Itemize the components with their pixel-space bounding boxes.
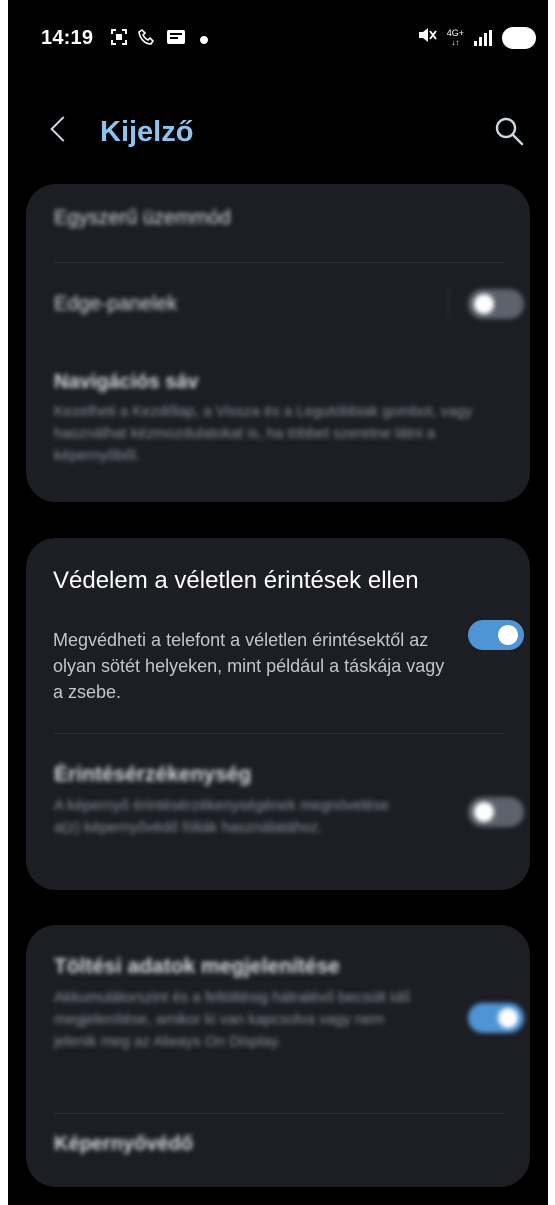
list-item-charging-info[interactable]: Töltési adatok megjelenítése Akkumulátor… bbox=[26, 925, 530, 1095]
list-item-edge-panels[interactable]: Edge-panelek bbox=[26, 263, 530, 349]
item-title: Edge-panelek bbox=[54, 293, 178, 315]
status-time: 14:19 bbox=[41, 27, 94, 49]
page-title: Kijelző bbox=[100, 116, 194, 148]
touch-sensitivity-toggle[interactable] bbox=[468, 797, 524, 827]
screenshot-icon bbox=[110, 28, 128, 51]
item-description: Kezelheti a Kezdőlap, a Vissza és a Legu… bbox=[54, 403, 473, 464]
network-label: 4G+ bbox=[446, 27, 464, 38]
list-item-touch-sensitivity[interactable]: Érintésérzékenység A képernyő érintésérz… bbox=[26, 735, 530, 885]
mute-icon bbox=[417, 26, 437, 49]
item-title: Navigációs sáv bbox=[54, 371, 199, 393]
divider bbox=[448, 287, 449, 319]
divider bbox=[54, 733, 504, 734]
notification-icons bbox=[110, 28, 208, 51]
chevron-left-icon[interactable] bbox=[50, 116, 76, 142]
list-item-screensaver[interactable]: Képernyővédő bbox=[26, 1115, 530, 1187]
charging-info-toggle[interactable] bbox=[468, 1003, 524, 1033]
list-item-navigation-bar[interactable]: Navigációs sáv Kezelheti a Kezdőlap, a V… bbox=[26, 349, 530, 499]
signal-icon bbox=[474, 29, 492, 46]
item-description: Akkumulátorszint és a feltöltésig hátral… bbox=[54, 989, 411, 1050]
toggle-knob bbox=[474, 294, 494, 314]
app-header: Kijelző bbox=[8, 110, 548, 160]
settings-group-3: Töltési adatok megjelenítése Akkumulátor… bbox=[26, 925, 530, 1187]
toggle-knob bbox=[498, 625, 518, 645]
call-icon bbox=[138, 28, 156, 51]
battery-icon bbox=[502, 26, 536, 49]
dot-icon bbox=[200, 35, 208, 44]
item-title: Képernyővédő bbox=[54, 1133, 193, 1155]
item-title: Egyszerű üzemmód bbox=[54, 207, 231, 229]
screen: 14:19 4G+ ↓↑ Kijelző Egyszerű üzemmód Ed… bbox=[8, 0, 548, 1205]
status-bar: 14:19 4G+ ↓↑ bbox=[8, 0, 548, 82]
search-icon[interactable] bbox=[492, 114, 526, 148]
item-title: Védelem a véletlen érintések ellen bbox=[53, 567, 419, 594]
item-title: Töltési adatok megjelenítése bbox=[54, 955, 340, 978]
item-description: A képernyő érintésérzékenységének megnöv… bbox=[54, 797, 390, 836]
system-icons: 4G+ ↓↑ bbox=[417, 26, 536, 49]
settings-group-1: Egyszerű üzemmód Edge-panelek Navigációs… bbox=[26, 184, 530, 502]
network-type: 4G+ ↓↑ bbox=[446, 27, 464, 47]
mail-icon bbox=[166, 29, 186, 50]
toggle-knob bbox=[498, 1008, 518, 1028]
accidental-touch-toggle[interactable] bbox=[468, 620, 524, 650]
divider bbox=[54, 1113, 504, 1114]
list-item-easy-mode[interactable]: Egyszerű üzemmód bbox=[26, 184, 530, 262]
toggle-knob bbox=[474, 802, 494, 822]
item-description: Megvédheti a telefont a véletlen érintés… bbox=[53, 630, 445, 702]
item-title: Érintésérzékenység bbox=[54, 763, 252, 786]
edge-panels-toggle[interactable] bbox=[468, 289, 524, 319]
